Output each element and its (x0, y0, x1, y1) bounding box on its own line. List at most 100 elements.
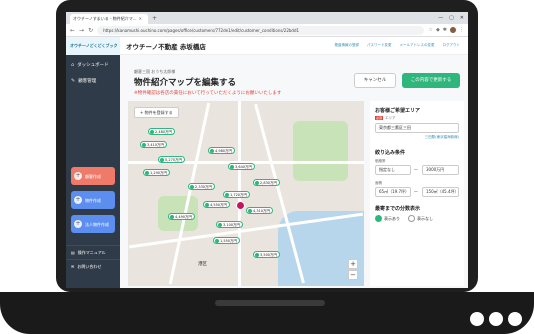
button-label: 顧客作成 (85, 173, 101, 179)
pin-label: 4,550万円 (210, 202, 228, 207)
filter-panel: お客様ご希望エリア 必須 エリア 東京都三鷹区三田 三田駅(東京臨海新線) 絞り込… (370, 101, 464, 286)
range-separator: 〜 (414, 189, 418, 194)
browser-tab-bar: オウチーノすまいる - 物件紹介マ... ✕ + — ▢ ✕ (66, 12, 468, 24)
star-icon[interactable]: ☆ (428, 27, 432, 33)
radio-label: 表示あり (384, 216, 400, 221)
browser-toolbar: ← → ↻ https://kanamushi.ouchino.com/page… (66, 24, 468, 37)
walk-show-radio[interactable] (375, 215, 382, 222)
price-pin[interactable]: 2,480万円 (148, 128, 176, 135)
button-label: 物件作成 (85, 197, 101, 203)
tab-close-icon[interactable]: ✕ (139, 14, 142, 24)
sidebar-item-contact[interactable]: ✉ お問い合わせ (66, 259, 120, 273)
house-icon (230, 164, 234, 169)
reload-icon[interactable]: ↻ (88, 27, 93, 34)
price-pin[interactable]: 5,270万円 (158, 156, 186, 163)
house-icon (210, 148, 214, 153)
station-link[interactable]: 三田駅(東京臨海新線) (425, 135, 459, 140)
new-tab-button[interactable]: + (152, 14, 157, 24)
app-logo[interactable]: オウチーノどくどくブック (66, 37, 120, 55)
price-pin[interactable]: 3,100万円 (216, 221, 244, 228)
pin-label: 4,310万円 (253, 208, 271, 213)
decor-dot (470, 312, 484, 326)
selected-station-marker[interactable] (236, 201, 245, 210)
house-icon (190, 184, 194, 189)
sidebar-item-label: 顧客管理 (78, 79, 97, 84)
pin-label: 3,100万円 (223, 222, 241, 227)
minimize-button[interactable]: — (438, 12, 443, 24)
maximize-button[interactable]: ▢ (449, 12, 454, 24)
price-pin[interactable]: 3,640万円 (228, 163, 256, 170)
cancel-button[interactable]: キャンセル (354, 73, 396, 88)
pin-label: 3,640万円 (235, 164, 253, 169)
house-icon (170, 214, 174, 219)
house-icon (142, 142, 146, 147)
house-icon (255, 180, 259, 185)
price-min-select[interactable]: 指定なし (375, 165, 411, 175)
price-pin[interactable]: 1,720万円 (223, 191, 251, 198)
area-input[interactable]: 東京都三鷹区三田 (375, 123, 459, 133)
sidebar-item-dashboard[interactable]: ⌂ ダッシュボード (66, 57, 120, 73)
menu-icon[interactable]: ⋮ (459, 27, 464, 33)
create-property-button[interactable]: + 物件作成 (71, 191, 115, 209)
header-link-logout[interactable]: ログアウト (443, 43, 461, 48)
pin-label: 1,720万円 (230, 192, 248, 197)
header-link-password[interactable]: パスワード変更 (367, 43, 392, 48)
plus-icon: + (74, 172, 82, 180)
add-property-button[interactable]: + 物件を登録する (134, 107, 179, 118)
area-sublabel: 必須 エリア (375, 116, 396, 121)
house-icon (248, 208, 252, 213)
size-min-select[interactable]: 65㎡（19.7坪） (375, 187, 411, 197)
sidebar-item-customers[interactable]: ✎ 顧客管理 (66, 73, 120, 89)
pin-label: 1,550万円 (220, 238, 238, 243)
price-pin[interactable]: 3,410万円 (140, 141, 168, 148)
pin-label: 4,490万円 (175, 214, 193, 219)
zoom-in-button[interactable]: + (348, 259, 358, 269)
chat-icon: ✉ (71, 264, 75, 269)
header-link-email[interactable]: メールアドレスの変更 (400, 43, 435, 48)
address-bar[interactable]: https://kanamushi.ouchino.com/pages/offi… (97, 25, 425, 35)
header-link-basic-info[interactable]: 基盤情報の登録 (335, 43, 360, 48)
tab-title: オウチーノすまいる - 物件紹介マ... (73, 16, 137, 21)
browser-tab[interactable]: オウチーノすまいる - 物件紹介マ... ✕ (70, 14, 148, 24)
laptop-hinge (215, 300, 325, 306)
app-root: オウチーノどくどくブック ⌂ ダッシュボード ✎ 顧客管理 + 顧客作成 + 物… (66, 37, 468, 288)
price-pin[interactable]: 2,830万円 (253, 179, 281, 186)
house-icon (225, 192, 229, 197)
road (168, 102, 211, 285)
area-sub-text: エリア (385, 116, 396, 120)
price-pin[interactable]: 1,550万円 (213, 237, 241, 244)
back-icon[interactable]: ← (70, 27, 75, 34)
map-area-label: 港区 (198, 262, 207, 267)
create-corporate-property-button[interactable]: + 法人物件作成 (71, 215, 115, 233)
pin-label: 1,290万円 (150, 170, 168, 175)
price-pin[interactable]: 3,500万円 (253, 251, 281, 258)
price-pin[interactable]: 4,980万円 (208, 147, 236, 154)
forward-icon[interactable]: → (79, 27, 84, 34)
price-pin[interactable]: 4,550万円 (203, 201, 231, 208)
extension-icon[interactable]: ◆ (436, 27, 440, 33)
warning-notice: ※物件確認は各店の責任において行っていただくようにお願いいたします (134, 91, 282, 96)
create-customer-button[interactable]: + 顧客作成 (71, 167, 115, 185)
price-pin[interactable]: 1,290万円 (143, 169, 171, 176)
profile-avatar-icon[interactable] (450, 27, 456, 33)
close-window-button[interactable]: ✕ (460, 12, 464, 24)
size-label: 面積 (375, 181, 382, 185)
price-pin[interactable]: 4,310万円 (246, 207, 274, 214)
main-content: 顧客三国 おうち太郎様 物件紹介マップを編集する ※物件確認は各店の責任において… (120, 55, 468, 288)
save-button[interactable]: この内容で更新する (402, 73, 460, 88)
price-pin[interactable]: 4,490万円 (168, 213, 196, 220)
price-max-select[interactable]: 3000万円 (422, 165, 459, 175)
sidebar: オウチーノどくどくブック ⌂ ダッシュボード ✎ 顧客管理 + 顧客作成 + 物… (66, 37, 120, 288)
radio-label: 表示なし (417, 216, 433, 221)
pin-label: 3,500万円 (260, 252, 278, 257)
puzzle-icon[interactable]: ✱ (443, 27, 447, 33)
walk-hide-radio[interactable] (408, 215, 415, 222)
pin-label: 2,330万円 (195, 184, 213, 189)
sidebar-item-manual[interactable]: ▤ 操作マニュアル (66, 245, 120, 259)
house-icon (150, 129, 154, 134)
size-max-select[interactable]: 150㎡（45.4坪） (422, 187, 459, 197)
filter-heading: 絞り込み条件 (375, 150, 406, 156)
price-pin[interactable]: 2,330万円 (188, 183, 216, 190)
zoom-out-button[interactable]: − (348, 270, 358, 280)
property-map[interactable]: + 物件を登録する 2,480万円 3,410万円 4,980万円 5,270万… (128, 101, 364, 286)
